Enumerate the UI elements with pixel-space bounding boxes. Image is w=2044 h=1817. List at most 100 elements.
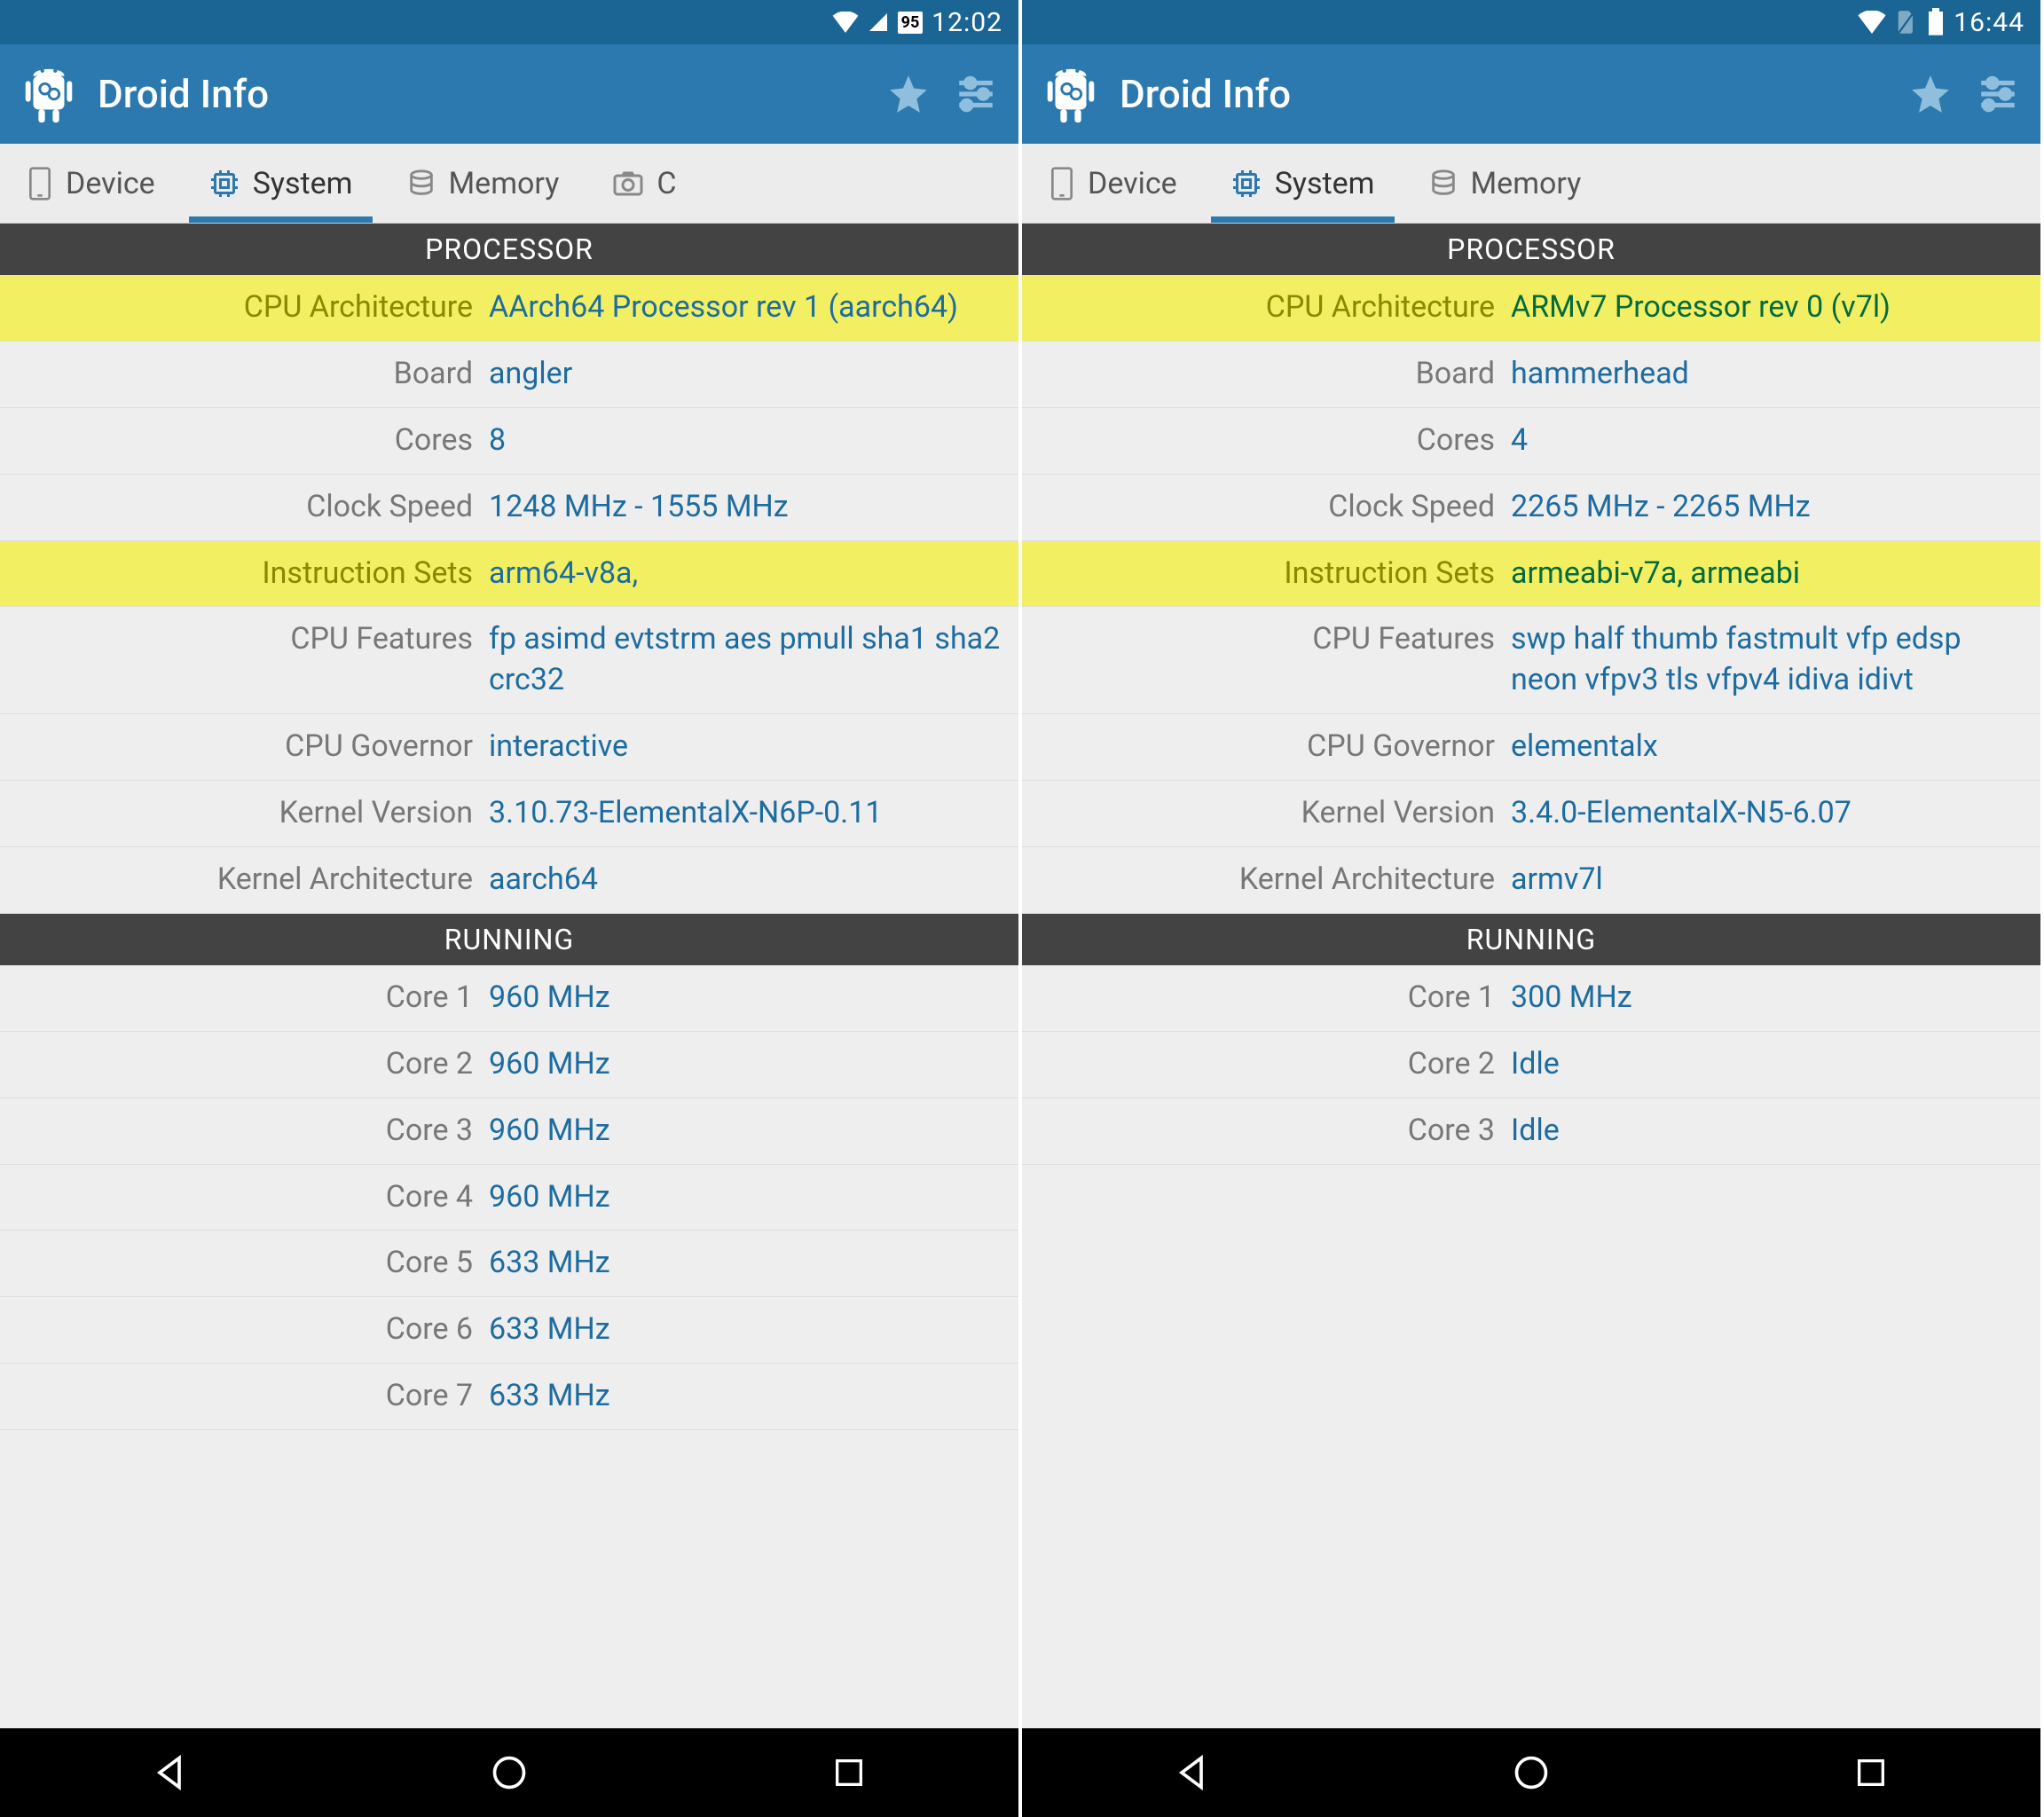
- info-row: Kernel Version3.4.0-ElementalX-N5-6.07: [1022, 781, 2040, 847]
- info-row: CPU Featuresfp asimd evtstrm aes pmull s…: [0, 607, 1018, 714]
- info-label: Core 2: [0, 1044, 489, 1085]
- tab-system[interactable]: System: [182, 144, 380, 223]
- info-label: Core 1: [1022, 978, 1511, 1019]
- info-label: Core 3: [0, 1111, 489, 1152]
- nav-recent-button[interactable]: [1844, 1746, 1898, 1799]
- info-row: Cores8: [0, 408, 1018, 475]
- info-label: Instruction Sets: [1022, 554, 1511, 594]
- status-time: 16:44: [1954, 7, 2024, 38]
- section-header-running: RUNNING: [0, 914, 1018, 965]
- favorite-button[interactable]: [1906, 69, 1955, 119]
- tab-device[interactable]: Device: [1022, 144, 1204, 223]
- info-row: Cores4: [1022, 408, 2040, 475]
- info-row: Instruction Setsarm64-v8a,: [0, 541, 1018, 608]
- info-row: Core 5633 MHz: [0, 1231, 1018, 1297]
- info-row: Clock Speed1248 MHz - 1555 MHz: [0, 475, 1018, 541]
- info-value: 8: [489, 421, 1018, 461]
- info-value: Idle: [1511, 1044, 2040, 1085]
- database-icon: [406, 168, 436, 200]
- battery-level-badge: 95: [898, 12, 924, 34]
- app-title: Droid Info: [98, 71, 866, 117]
- info-row: Core 2960 MHz: [0, 1032, 1018, 1098]
- info-label: Kernel Version: [1022, 793, 1511, 834]
- info-label: CPU Features: [0, 619, 489, 660]
- content-area[interactable]: PROCESSOR CPU ArchitectureARMv7 Processo…: [1022, 224, 2040, 1728]
- status-time: 12:02: [932, 7, 1002, 38]
- nav-back-button[interactable]: [1165, 1746, 1218, 1799]
- info-value: swp half thumb fastmult vfp edsp neon vf…: [1511, 619, 2040, 701]
- info-row: Core 6633 MHz: [0, 1297, 1018, 1364]
- nav-home-button[interactable]: [1505, 1746, 1558, 1799]
- info-value: fp asimd evtstrm aes pmull sha1 sha2 crc…: [489, 619, 1018, 701]
- app-header: Droid Info: [1022, 44, 2040, 144]
- info-label: Core 4: [0, 1177, 489, 1218]
- info-value: 633 MHz: [489, 1243, 1018, 1284]
- info-label: CPU Architecture: [1022, 287, 1511, 328]
- signal-icon: [868, 12, 889, 33]
- info-row: Core 1960 MHz: [0, 965, 1018, 1032]
- app-logo-icon: [18, 63, 80, 125]
- info-label: Kernel Architecture: [1022, 860, 1511, 901]
- phone-left: 95 12:02 Droid Info: [0, 0, 1022, 1817]
- tab-label: C: [656, 166, 676, 201]
- info-label: Kernel Version: [0, 793, 489, 834]
- info-value: 960 MHz: [489, 978, 1018, 1019]
- info-value: 3.4.0-ElementalX-N5-6.07: [1511, 793, 2040, 834]
- info-row: Clock Speed2265 MHz - 2265 MHz: [1022, 475, 2040, 541]
- chip-icon: [208, 168, 240, 200]
- info-value: 633 MHz: [489, 1376, 1018, 1417]
- info-value: 960 MHz: [489, 1111, 1018, 1152]
- info-label: CPU Features: [1022, 619, 1511, 660]
- info-row: Kernel Architecturearmv7l: [1022, 847, 2040, 914]
- section-header-processor: PROCESSOR: [1022, 224, 2040, 275]
- app-title: Droid Info: [1120, 71, 1888, 117]
- favorite-button[interactable]: [884, 69, 933, 119]
- device-icon: [27, 166, 53, 201]
- info-row: CPU Governorelementalx: [1022, 714, 2040, 781]
- tab-label: Device: [1088, 166, 1177, 201]
- nav-back-button[interactable]: [143, 1746, 196, 1799]
- info-value: 960 MHz: [489, 1044, 1018, 1085]
- settings-sliders-button[interactable]: [951, 69, 1001, 119]
- info-row: Kernel Version3.10.73-ElementalX-N6P-0.1…: [0, 781, 1018, 847]
- info-label: CPU Governor: [1022, 727, 1511, 767]
- android-navbar: [1022, 1728, 2040, 1817]
- info-label: Core 5: [0, 1243, 489, 1284]
- nav-home-button[interactable]: [483, 1746, 536, 1799]
- info-value: 633 MHz: [489, 1310, 1018, 1350]
- tab-system[interactable]: System: [1204, 144, 1402, 223]
- tab-camera[interactable]: C: [586, 144, 703, 223]
- tab-memory[interactable]: Memory: [380, 144, 586, 223]
- nav-recent-button[interactable]: [822, 1746, 876, 1799]
- info-row: Core 2Idle: [1022, 1032, 2040, 1098]
- info-row: Core 7633 MHz: [0, 1364, 1018, 1430]
- tab-memory[interactable]: Memory: [1402, 144, 1608, 223]
- wifi-icon: [832, 12, 859, 33]
- wifi-icon: [1858, 11, 1886, 34]
- info-row: Core 3960 MHz: [0, 1098, 1018, 1165]
- tab-label: System: [253, 166, 353, 201]
- section-header-running: RUNNING: [1022, 914, 2040, 965]
- info-value: 1248 MHz - 1555 MHz: [489, 487, 1018, 528]
- info-value: 960 MHz: [489, 1177, 1018, 1218]
- app-header: Droid Info: [0, 44, 1018, 144]
- info-value: 3.10.73-ElementalX-N6P-0.11: [489, 793, 1018, 834]
- tab-label: Device: [66, 166, 155, 201]
- info-label: CPU Governor: [0, 727, 489, 767]
- info-row: Core 3Idle: [1022, 1098, 2040, 1165]
- info-label: Board: [1022, 354, 1511, 395]
- tab-device[interactable]: Device: [0, 144, 182, 223]
- info-label: Kernel Architecture: [0, 860, 489, 901]
- settings-sliders-button[interactable]: [1973, 69, 2023, 119]
- no-sim-icon: [1895, 9, 1918, 35]
- info-value: ARMv7 Processor rev 0 (v7l): [1511, 287, 2040, 328]
- info-row: CPU ArchitectureAArch64 Processor rev 1 …: [0, 275, 1018, 342]
- camera-icon: [612, 170, 644, 197]
- info-label: Core 3: [1022, 1111, 1511, 1152]
- info-value: armeabi-v7a, armeabi: [1511, 554, 2040, 594]
- android-navbar: [0, 1728, 1018, 1817]
- content-area[interactable]: PROCESSOR CPU ArchitectureAArch64 Proces…: [0, 224, 1018, 1728]
- info-label: Board: [0, 354, 489, 395]
- info-value: arm64-v8a,: [489, 554, 1018, 594]
- info-label: Core 1: [0, 978, 489, 1019]
